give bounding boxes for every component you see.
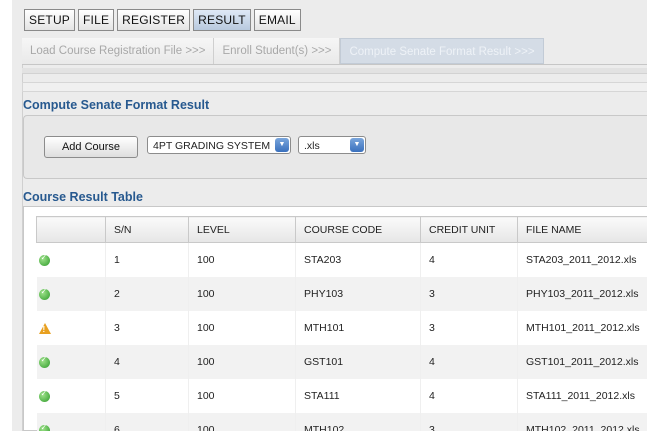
warning-icon <box>38 322 51 334</box>
cell-course-code: PHY103 <box>295 277 421 311</box>
success-check-icon <box>38 423 50 431</box>
tab-result[interactable]: RESULT <box>193 9 251 31</box>
cell-level: 100 <box>188 242 296 277</box>
grading-system-select[interactable]: 4PT GRADING SYSTEM ▼ <box>147 136 291 154</box>
file-type-select[interactable]: .xls ▼ <box>298 136 366 154</box>
cell-level: 100 <box>188 311 296 345</box>
cell-credit-unit: 4 <box>420 242 518 277</box>
app-window: SETUP FILE REGISTER RESULT EMAIL Load Co… <box>12 0 647 431</box>
cell-level: 100 <box>188 379 296 413</box>
cell-level: 100 <box>188 277 296 311</box>
success-check-icon <box>38 355 50 368</box>
cell-level: 100 <box>188 345 296 379</box>
progress-strip <box>22 82 647 92</box>
cell-file-name: PHY103_2011_2012.xls <box>517 277 647 311</box>
separator <box>22 68 647 74</box>
add-course-button[interactable]: Add Course <box>44 136 138 158</box>
column-header-sn[interactable]: S/N <box>105 216 189 243</box>
table-header-row: S/N LEVEL COURSE CODE CREDIT UNIT FILE N… <box>36 216 647 243</box>
cell-credit-unit: 4 <box>420 345 518 379</box>
table-row[interactable]: 3 100 MTH101 3 MTH101_2011_2012.xls <box>36 311 647 345</box>
cell-sn: 5 <box>105 379 189 413</box>
compute-panel: Add Course 4PT GRADING SYSTEM ▼ .xls ▼ <box>23 115 647 179</box>
cell-course-code: STA203 <box>295 242 421 277</box>
cell-file-name: MTH102_2011_2012.xls <box>517 413 647 431</box>
tab-register[interactable]: REGISTER <box>117 9 191 31</box>
tab-setup[interactable]: SETUP <box>24 9 76 31</box>
column-header-file-name[interactable]: FILE NAME <box>517 216 647 243</box>
chevron-down-icon: ▼ <box>275 138 289 152</box>
compute-section-title: Compute Senate Format Result <box>23 98 210 112</box>
cell-course-code: GST101 <box>295 345 421 379</box>
cell-credit-unit: 3 <box>420 413 518 431</box>
cell-course-code: STA111 <box>295 379 421 413</box>
success-check-icon <box>38 253 50 266</box>
table-row[interactable]: 1 100 STA203 4 STA203_2011_2012.xls <box>36 242 647 277</box>
cell-sn: 6 <box>105 413 189 431</box>
cell-course-code: MTH102 <box>295 413 421 431</box>
subtab-compute-senate[interactable]: Compute Senate Format Result >>> <box>340 38 544 64</box>
cell-file-name: STA111_2011_2012.xls <box>517 379 647 413</box>
cell-credit-unit: 3 <box>420 277 518 311</box>
column-header-status[interactable] <box>36 216 106 243</box>
cell-sn: 4 <box>105 345 189 379</box>
cell-file-name: MTH101_2011_2012.xls <box>517 311 647 345</box>
result-table-panel: S/N LEVEL COURSE CODE CREDIT UNIT FILE N… <box>23 206 647 431</box>
cell-credit-unit: 3 <box>420 311 518 345</box>
cell-file-name: GST101_2011_2012.xls <box>517 345 647 379</box>
tab-email[interactable]: EMAIL <box>253 9 301 31</box>
table-row[interactable]: 5 100 STA111 4 STA111_2011_2012.xls <box>36 379 647 413</box>
success-check-icon <box>38 389 50 402</box>
table-row[interactable]: 6 100 MTH102 3 MTH102_2011_2012.xls <box>36 413 647 431</box>
cell-credit-unit: 4 <box>420 379 518 413</box>
cell-course-code: MTH101 <box>295 311 421 345</box>
column-header-credit-unit[interactable]: CREDIT UNIT <box>420 216 518 243</box>
result-table-title: Course Result Table <box>23 190 143 204</box>
cell-level: 100 <box>188 413 296 431</box>
column-header-level[interactable]: LEVEL <box>188 216 296 243</box>
course-result-table: S/N LEVEL COURSE CODE CREDIT UNIT FILE N… <box>36 216 647 431</box>
file-type-value: .xls <box>304 140 320 152</box>
cell-file-name: STA203_2011_2012.xls <box>517 242 647 277</box>
cell-sn: 2 <box>105 277 189 311</box>
main-tab-bar: SETUP FILE REGISTER RESULT EMAIL <box>24 9 304 31</box>
table-row[interactable]: 2 100 PHY103 3 PHY103_2011_2012.xls <box>36 277 647 311</box>
grading-system-value: 4PT GRADING SYSTEM <box>153 140 271 152</box>
table-row[interactable]: 4 100 GST101 4 GST101_2011_2012.xls <box>36 345 647 379</box>
subtab-enroll-students[interactable]: Enroll Student(s) >>> <box>214 38 341 64</box>
cell-sn: 3 <box>105 311 189 345</box>
subtab-load-registration[interactable]: Load Course Registration File >>> <box>22 38 215 64</box>
tab-file[interactable]: FILE <box>78 9 115 31</box>
chevron-down-icon: ▼ <box>350 138 364 152</box>
cell-sn: 1 <box>105 242 189 277</box>
success-check-icon <box>38 287 50 300</box>
column-header-course-code[interactable]: COURSE CODE <box>295 216 421 243</box>
sub-tab-bar: Load Course Registration File >>> Enroll… <box>22 38 647 65</box>
